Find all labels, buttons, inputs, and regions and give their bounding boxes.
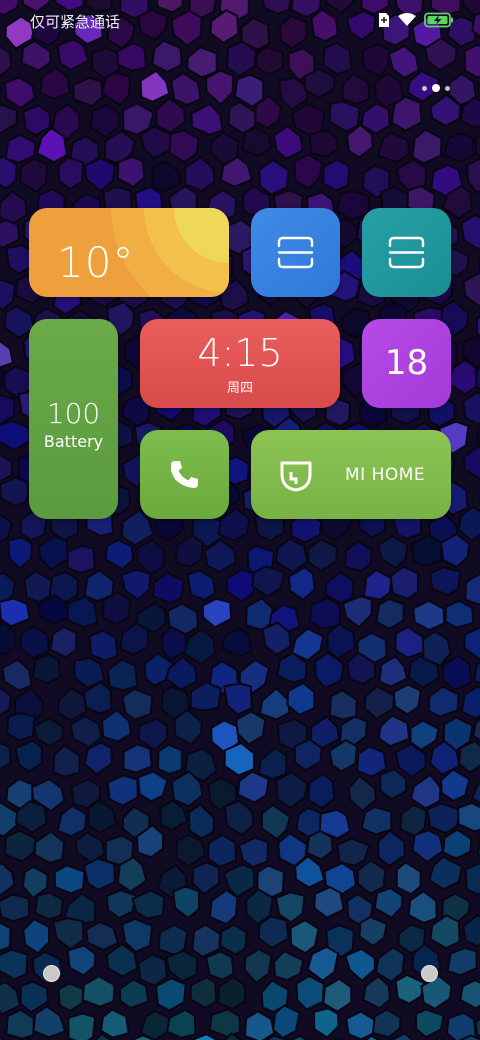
phone-icon [170, 461, 198, 488]
calendar-widget[interactable]: 18 [362, 319, 451, 408]
battery-widget[interactable]: 100 Battery [29, 319, 118, 519]
status-icons [378, 12, 454, 28]
phone-app[interactable] [140, 430, 229, 519]
clock-widget[interactable]: 4:15 周四 [140, 319, 340, 408]
page-dot[interactable] [422, 85, 427, 91]
mi-home-app[interactable]: MI HOME [251, 430, 451, 519]
bottom-right-dot [421, 965, 438, 982]
mi-home-label: MI HOME [345, 465, 426, 485]
page-dot[interactable] [445, 85, 450, 91]
mi-home-icon [280, 461, 312, 492]
calendar-day: 18 [384, 343, 429, 383]
battery-charging-icon [424, 12, 453, 28]
weather-temperature: 10° [57, 238, 135, 287]
weather-widget[interactable]: 10° [29, 208, 229, 297]
battery-percentage: 100 [46, 397, 101, 430]
scan-button[interactable] [251, 208, 340, 297]
clock-time: 4:15 [197, 331, 283, 375]
bottom-left-dot [43, 965, 60, 982]
carrier-text: 仅可紧急通话 [30, 13, 121, 31]
scan-icon [388, 236, 425, 269]
wallpaper [0, 0, 480, 1040]
battery-label: Battery [43, 432, 104, 451]
status-bar: 仅可紧急通话 [0, 0, 480, 44]
sim-card-icon [379, 13, 389, 27]
page-indicator[interactable] [422, 84, 450, 92]
scan-icon [277, 236, 314, 269]
clock-weekday: 周四 [226, 381, 253, 396]
scan-button-secondary[interactable] [362, 208, 451, 297]
page-dot-active[interactable] [432, 84, 440, 92]
wifi-icon [398, 13, 416, 26]
